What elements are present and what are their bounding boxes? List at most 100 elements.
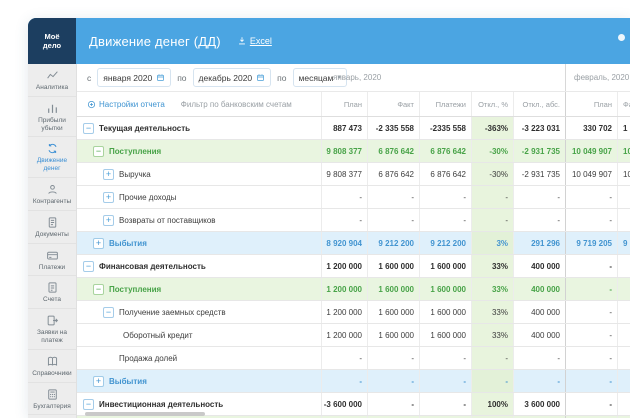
payments-icon [46, 249, 59, 262]
report-settings-label: Настройки отчета [99, 100, 165, 109]
report-settings-link[interactable]: Настройки отчета [87, 100, 165, 109]
column-header: План [565, 92, 617, 116]
report-main-area: с января 2020 по декабрь 2020 по месяцам… [77, 64, 630, 418]
expand-toggle-icon[interactable]: + [93, 376, 104, 387]
value-cell: 1 600 000 [367, 324, 419, 346]
row-label: Поступления [109, 147, 161, 156]
collapse-toggle-icon[interactable]: − [103, 307, 114, 318]
sidebar-item-label: Прибыли убытки [29, 117, 75, 133]
bank-filter-link[interactable]: Фильтр по банковским счетам [181, 100, 292, 109]
value-cell: 1 600 000 [367, 255, 419, 277]
value-cell: 1 600 000 [419, 301, 471, 323]
value-cell: - [419, 209, 471, 231]
value-cell: 1 600 000 [419, 324, 471, 346]
value-cell: -30% [471, 140, 513, 162]
value-cell: 1 200 000 [321, 278, 367, 300]
row-label: Выбытия [109, 239, 147, 248]
value-cell: - [367, 393, 419, 415]
calendar-icon [256, 73, 265, 82]
column-header: План [321, 92, 367, 116]
value-cell: 8 920 904 [321, 232, 367, 254]
period-value: месяцам [299, 73, 334, 83]
value-cell [617, 301, 630, 323]
table-row: +Возвраты от поставщиков------ [77, 209, 630, 232]
expand-toggle-icon[interactable]: + [103, 169, 114, 180]
notification-dot [618, 34, 625, 41]
expand-toggle-icon[interactable]: + [93, 238, 104, 249]
month-group-january: январь, 2020 [333, 64, 381, 91]
row-label: Инвестиционная деятельность [99, 400, 223, 409]
excel-export-button[interactable]: Excel [237, 36, 272, 46]
value-cell: 887 473 [321, 117, 367, 139]
collapse-toggle-icon[interactable]: − [93, 146, 104, 157]
value-cell: 400 000 [513, 278, 565, 300]
value-cell: - [565, 324, 617, 346]
value-cell: - [471, 186, 513, 208]
value-cell: 400 000 [513, 301, 565, 323]
row-label-cell: −Поступления [77, 140, 321, 162]
collapse-toggle-icon[interactable]: − [83, 123, 94, 134]
table-row: Продажа долей------ [77, 347, 630, 370]
value-cell: 10 049 907 [565, 163, 617, 185]
expand-toggle-icon[interactable]: + [103, 192, 114, 203]
sidebar-item-counterparties[interactable]: Контрагенты [28, 178, 76, 211]
date-to-label: по [177, 73, 186, 83]
date-to-picker[interactable]: декабрь 2020 [193, 68, 272, 87]
toggle-spacer [107, 330, 118, 341]
collapse-toggle-icon[interactable]: − [83, 261, 94, 272]
sidebar: Аналитика Прибыли убытки Движение денегКон… [28, 64, 77, 418]
value-cell: 1 600 000 [419, 255, 471, 277]
table-row: +Выбытия------ [77, 370, 630, 393]
value-cell: 330 702 [565, 117, 617, 139]
row-label: Текущая деятельность [99, 124, 190, 133]
value-cell [617, 209, 630, 231]
sidebar-item-directories[interactable]: Справочники [28, 350, 76, 383]
period-label: по [277, 73, 286, 83]
value-cell: -2 931 735 [513, 163, 565, 185]
value-cell: -2335 558 [419, 117, 471, 139]
expand-toggle-icon[interactable]: + [103, 215, 114, 226]
value-cell: 33% [471, 255, 513, 277]
sidebar-item-analytics[interactable]: Аналитика [28, 64, 76, 97]
value-cell: - [367, 209, 419, 231]
row-label-cell: −Текущая деятельность [77, 117, 321, 139]
sidebar-item-invoices[interactable]: Счета [28, 276, 76, 309]
documents-icon [46, 216, 59, 229]
value-cell: - [367, 347, 419, 369]
date-to-value: декабрь 2020 [199, 73, 253, 83]
app-logo[interactable]: Моё дело [28, 18, 76, 64]
value-cell: - [513, 186, 565, 208]
value-cell [617, 370, 630, 392]
collapse-toggle-icon[interactable]: − [83, 399, 94, 410]
value-cell: 100% [471, 393, 513, 415]
sidebar-item-profit-loss[interactable]: Прибыли убытки [28, 97, 76, 138]
column-header: Откл., абс. [513, 92, 565, 116]
horizontal-scrollbar[interactable] [85, 412, 205, 416]
sidebar-item-accounting[interactable]: Бухгалтерия [28, 383, 76, 416]
row-label: Получение заемных средств [119, 308, 226, 317]
table-row: +Прочие доходы------ [77, 186, 630, 209]
profit-loss-icon [46, 102, 59, 115]
value-cell: 1 600 000 [419, 278, 471, 300]
value-cell: - [565, 186, 617, 208]
value-cell: - [321, 347, 367, 369]
column-header: Факт [617, 92, 630, 116]
sidebar-item-payments[interactable]: Платежи [28, 244, 76, 277]
value-cell [617, 393, 630, 415]
sidebar-item-payment-requests[interactable]: Заявки на платеж [28, 309, 76, 350]
value-cell: - [419, 347, 471, 369]
collapse-toggle-icon[interactable]: − [93, 284, 104, 295]
logo-line-2: дело [43, 41, 61, 50]
sidebar-item-cash-flow[interactable]: Движение денег [28, 137, 76, 178]
value-cell [617, 255, 630, 277]
value-cell: - [565, 255, 617, 277]
calendar-icon [156, 73, 165, 82]
value-cell: 1 [617, 117, 630, 139]
value-cell: -363% [471, 117, 513, 139]
value-cell: 6 876 642 [419, 163, 471, 185]
date-from-picker[interactable]: января 2020 [97, 68, 171, 87]
logo-line-1: Моё [45, 32, 60, 41]
row-label-cell: −Финансовая деятельность [77, 255, 321, 277]
sidebar-item-documents[interactable]: Документы [28, 211, 76, 244]
payment-requests-icon [46, 314, 59, 327]
